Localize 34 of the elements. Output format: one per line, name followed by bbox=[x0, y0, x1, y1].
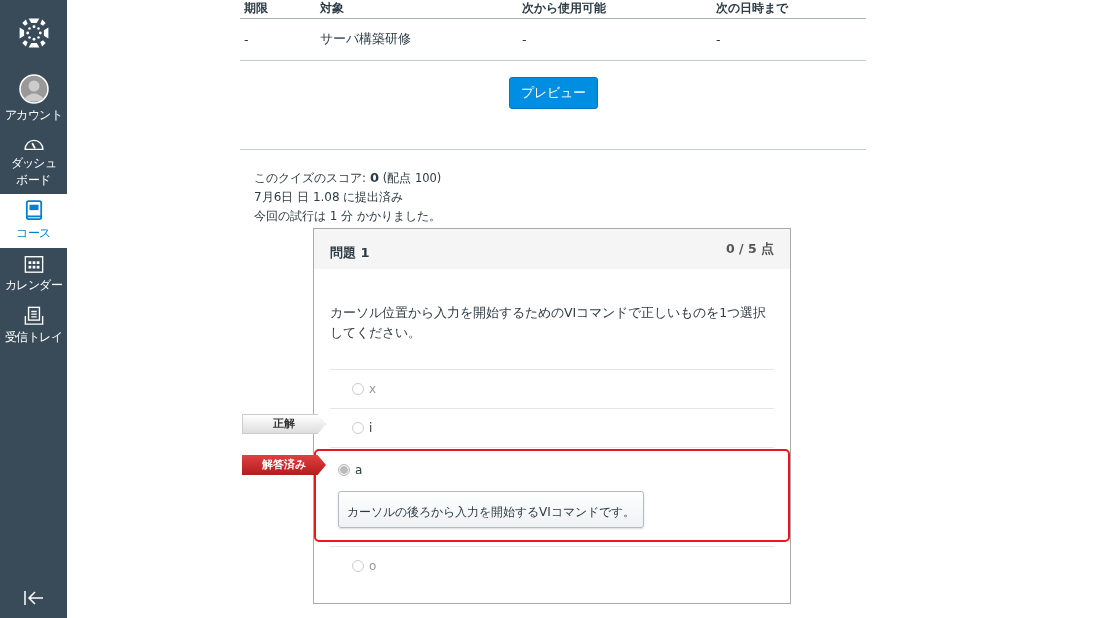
submitted-text: 7月6日 日 1.08 に提出済み bbox=[254, 189, 405, 206]
column-header: 対象 bbox=[316, 0, 518, 19]
answer-text: a bbox=[355, 463, 363, 477]
table-cell: - bbox=[712, 18, 866, 61]
correct-answer-tag: 正解 bbox=[242, 414, 326, 434]
column-header: 次から使用可能 bbox=[518, 0, 712, 19]
table-cell: - bbox=[240, 18, 316, 61]
answer-text: x bbox=[369, 382, 377, 396]
column-header: 期限 bbox=[240, 0, 316, 19]
table-cell: - bbox=[518, 18, 712, 61]
answer-text: i bbox=[369, 421, 373, 435]
nav-item[interactable]: ダッシュボード bbox=[0, 129, 67, 195]
nav-item[interactable]: 受信トレイ bbox=[0, 300, 67, 352]
avatar-icon bbox=[18, 74, 49, 104]
your-answer-tag: 解答済み bbox=[242, 455, 326, 475]
column-header: 次の日時まで bbox=[712, 0, 866, 19]
table-cell: サーバ構築研修 bbox=[316, 18, 518, 61]
answer-comment: カーソルの後ろから入力を開始するVIコマンドです。 bbox=[338, 491, 644, 528]
score-value: 0 bbox=[369, 170, 379, 185]
question-points: 0 / 5 点 bbox=[725, 241, 774, 258]
inbox-icon bbox=[23, 306, 44, 326]
score-label: このクイズのスコア: bbox=[254, 171, 367, 185]
points-possible: (配点 100) bbox=[382, 171, 442, 185]
question-text: カーソル位置から入力を開始するためのVIコマンドで正しいものを1つ選択してください。 bbox=[329, 304, 768, 342]
nav-item[interactable]: アカウント bbox=[0, 68, 67, 130]
nav-item[interactable]: カレンダー bbox=[0, 248, 67, 300]
book-icon bbox=[24, 200, 43, 223]
collapse-icon[interactable] bbox=[22, 590, 45, 606]
question-title: 問題 1 bbox=[330, 244, 370, 259]
answer-text: o bbox=[369, 559, 377, 573]
preview-button[interactable]: プレビュー bbox=[508, 77, 598, 109]
nav-item[interactable]: コース bbox=[0, 194, 67, 249]
calendar-icon bbox=[23, 254, 44, 275]
duration-text: 今回の試行は 1 分 かかりました。 bbox=[254, 208, 443, 225]
